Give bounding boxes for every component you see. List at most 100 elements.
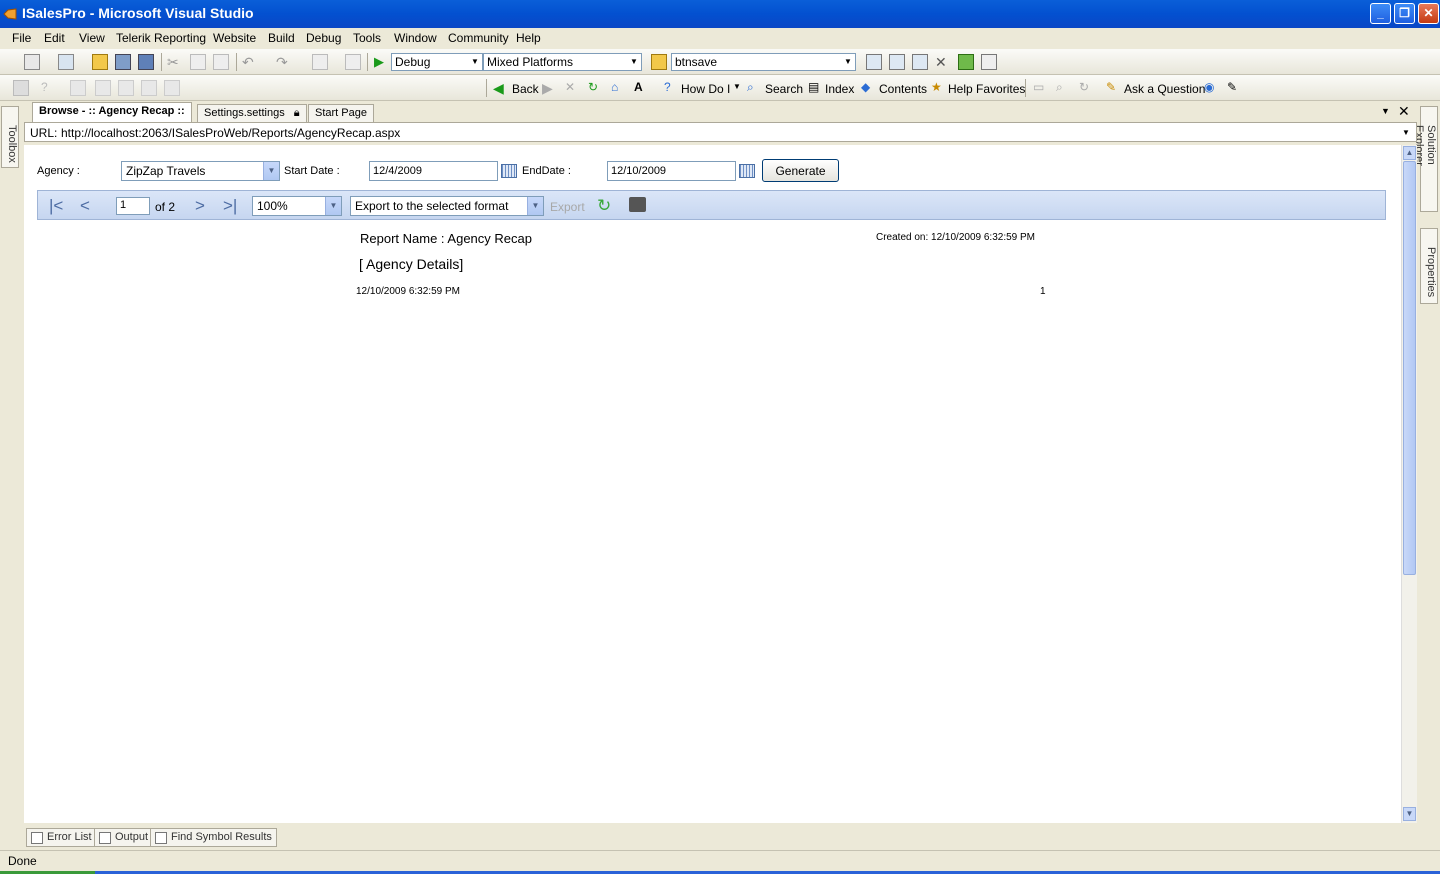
menu-edit[interactable]: Edit (44, 31, 65, 45)
scroll-up-icon[interactable]: ▲ (1403, 146, 1416, 160)
tab-error-list[interactable]: Error List (26, 828, 97, 847)
menu-window[interactable]: Window (394, 31, 437, 45)
how-do-i-button[interactable]: How Do I (681, 82, 730, 96)
help-search-icon[interactable]: ⌕ (1056, 80, 1072, 96)
menu-build[interactable]: Build (268, 31, 295, 45)
end-date-input[interactable]: 12/10/2009 (607, 161, 736, 181)
close-button[interactable]: ✕ (1418, 3, 1439, 24)
cut-icon[interactable]: ✂ (167, 54, 183, 70)
help-favorites-button[interactable]: Help Favorites (948, 82, 1025, 96)
search-icon[interactable]: ⌕ (747, 80, 763, 96)
tools-icon[interactable]: ✕ (935, 54, 951, 70)
refresh-report-icon[interactable]: ↻ (597, 196, 611, 216)
how-do-i-dropdown-icon[interactable]: ▼ (733, 82, 741, 91)
find-combo[interactable]: btnsave ▼ (671, 53, 856, 71)
redo-icon[interactable]: ↷ (276, 54, 292, 70)
save-all-icon[interactable] (138, 54, 154, 70)
msdn-forums-icon[interactable]: ◉ (1204, 80, 1220, 96)
url-input[interactable]: http://localhost:2063/ISalesProWeb/Repor… (61, 126, 400, 140)
tab-settings-settings[interactable]: Settings.settings 🔒︎ (197, 104, 307, 122)
menu-view[interactable]: View (79, 31, 105, 45)
menu-telerik-reporting[interactable]: Telerik Reporting (116, 31, 206, 45)
contents-icon[interactable]: ◆ (861, 80, 877, 96)
menu-community[interactable]: Community (448, 31, 509, 45)
restore-button[interactable]: ❐ (1394, 3, 1415, 24)
minimize-button[interactable]: _ (1370, 3, 1391, 24)
tab-output[interactable]: Output (94, 828, 154, 847)
start-date-input[interactable]: 12/4/2009 (369, 161, 498, 181)
paste-icon[interactable] (213, 54, 229, 70)
scroll-down-icon[interactable]: ▼ (1403, 807, 1416, 821)
menu-tools[interactable]: Tools (353, 31, 381, 45)
copy-icon[interactable] (190, 54, 206, 70)
solution-explorer-icon[interactable] (866, 54, 882, 70)
new-project-icon[interactable] (24, 54, 40, 70)
navigate-backward-icon[interactable] (312, 54, 328, 70)
zoom-select[interactable]: 100% ▼ (252, 196, 342, 216)
visual-studio-icon (3, 7, 17, 20)
scroll-thumb[interactable] (1403, 161, 1416, 575)
home-icon[interactable]: ⌂ (611, 80, 627, 96)
solution-explorer-tab[interactable]: Solution Explorer (1413, 106, 1438, 212)
start-debugging-icon[interactable]: ▶ (374, 54, 390, 70)
solution-configuration-select[interactable]: Debug ▼ (391, 53, 483, 71)
solution-platform-select[interactable]: Mixed Platforms ▼ (483, 53, 642, 71)
help-favorites-icon[interactable]: ★ (931, 80, 947, 96)
properties-icon[interactable] (889, 54, 905, 70)
menu-file[interactable]: File (12, 31, 31, 45)
ask-a-question-button[interactable]: Ask a Question (1124, 82, 1205, 96)
menu-debug[interactable]: Debug (306, 31, 341, 45)
back-button[interactable]: Back (512, 82, 539, 96)
forward-icon[interactable]: ▶ (542, 80, 558, 96)
active-files-dropdown-icon[interactable]: ▼ (1381, 106, 1390, 116)
index-icon[interactable]: ▤ (808, 80, 824, 96)
stop-icon[interactable]: ✕ (565, 80, 581, 96)
start-page-icon[interactable] (958, 54, 974, 70)
properties-tab[interactable]: Properties (1420, 228, 1438, 304)
add-item-icon[interactable] (58, 54, 74, 70)
index-button[interactable]: Index (825, 82, 854, 96)
send-feedback-icon[interactable]: ✎ (1227, 80, 1243, 96)
start-date-calendar-icon[interactable] (501, 164, 517, 178)
menu-website[interactable]: Website (213, 31, 256, 45)
end-date-calendar-icon[interactable] (739, 164, 755, 178)
save-icon[interactable] (115, 54, 131, 70)
first-page-icon[interactable]: |< (49, 197, 63, 214)
sync-contents-icon[interactable]: ▭ (1033, 80, 1049, 96)
close-document-icon[interactable]: ✕ (1398, 103, 1410, 120)
page-number-input[interactable]: 1 (116, 197, 150, 215)
back-icon[interactable]: ◀ (493, 80, 509, 96)
previous-page-icon[interactable]: < (80, 197, 90, 214)
layout-disabled-icon (164, 80, 180, 96)
report-name: Report Name : Agency Recap (360, 231, 532, 246)
contents-button[interactable]: Contents (879, 82, 927, 96)
url-dropdown-icon[interactable]: ▼ (1402, 128, 1410, 137)
search-button[interactable]: Search (765, 82, 803, 96)
error-list-icon (31, 832, 43, 844)
vertical-scrollbar[interactable]: ▲ ▼ (1401, 145, 1417, 823)
tab-browse-agency-recap[interactable]: Browse - :: Agency Recap :: (32, 102, 192, 122)
undo-icon[interactable]: ↶ (242, 54, 258, 70)
menu-help[interactable]: Help (516, 31, 541, 45)
next-page-icon[interactable]: > (195, 197, 205, 214)
ask-a-question-icon[interactable]: ✎ (1106, 80, 1122, 96)
export-button[interactable]: Export (550, 200, 585, 214)
object-browser-icon[interactable] (912, 54, 928, 70)
last-page-icon[interactable]: >| (223, 197, 237, 214)
navigate-forward-icon[interactable] (345, 54, 361, 70)
find-in-files-icon[interactable] (651, 54, 667, 70)
agency-select[interactable]: ZipZap Travels ▼ (121, 161, 280, 181)
toolbox-tab[interactable]: Toolbox (1, 106, 19, 168)
generate-button[interactable]: Generate (762, 159, 839, 182)
print-icon[interactable] (629, 197, 646, 212)
open-folder-icon[interactable] (92, 54, 108, 70)
tab-start-page[interactable]: Start Page (308, 104, 374, 122)
refresh-icon[interactable]: ↻ (588, 80, 604, 96)
help-refresh-icon[interactable]: ↻ (1079, 80, 1095, 96)
font-size-icon[interactable]: A (634, 80, 650, 96)
how-do-i-icon[interactable]: ? (664, 80, 680, 96)
export-format-select[interactable]: Export to the selected format ▼ (350, 196, 544, 216)
command-window-icon[interactable] (981, 54, 997, 70)
tab-find-symbol-results[interactable]: Find Symbol Results (150, 828, 277, 847)
status-bar: Done (0, 850, 1440, 874)
